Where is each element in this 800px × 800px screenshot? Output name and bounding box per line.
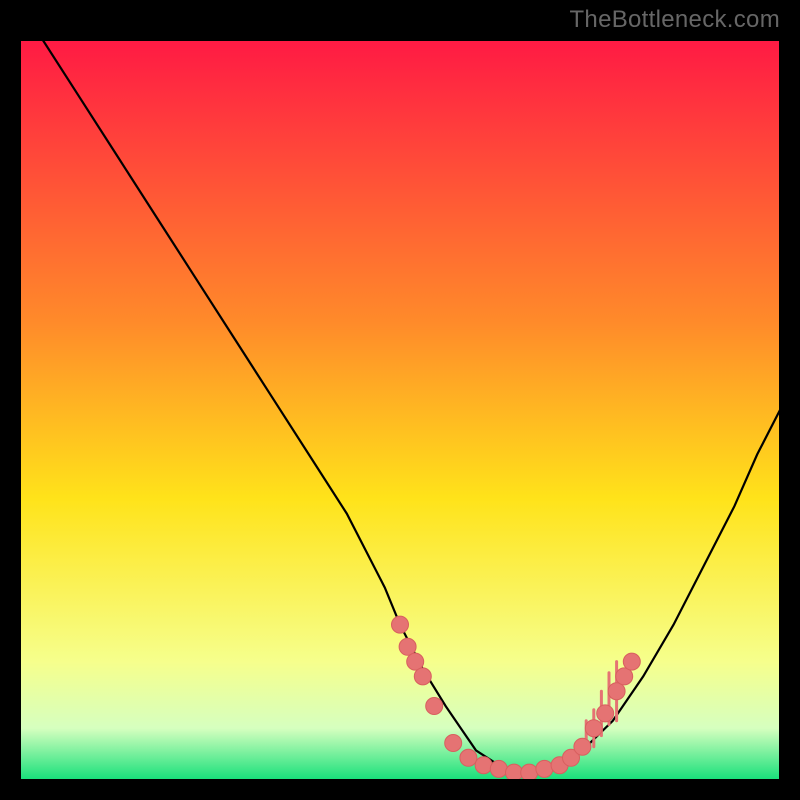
data-marker bbox=[460, 749, 477, 766]
data-marker bbox=[536, 760, 553, 777]
data-marker bbox=[399, 638, 416, 655]
data-marker bbox=[623, 653, 640, 670]
data-marker bbox=[414, 668, 431, 685]
data-marker bbox=[475, 757, 492, 774]
data-marker bbox=[445, 735, 462, 752]
data-marker bbox=[608, 683, 625, 700]
data-marker bbox=[490, 760, 507, 777]
watermark-text: TheBottleneck.com bbox=[569, 6, 780, 34]
data-marker bbox=[574, 738, 591, 755]
data-marker bbox=[506, 764, 523, 780]
data-marker bbox=[426, 698, 443, 715]
data-marker bbox=[597, 705, 614, 722]
data-marker bbox=[521, 764, 538, 780]
data-marker bbox=[392, 616, 409, 633]
gradient-background bbox=[20, 40, 780, 780]
data-marker bbox=[585, 720, 602, 737]
chart-frame bbox=[20, 40, 780, 780]
data-marker bbox=[407, 653, 424, 670]
bottleneck-chart bbox=[20, 40, 780, 780]
data-marker bbox=[616, 668, 633, 685]
